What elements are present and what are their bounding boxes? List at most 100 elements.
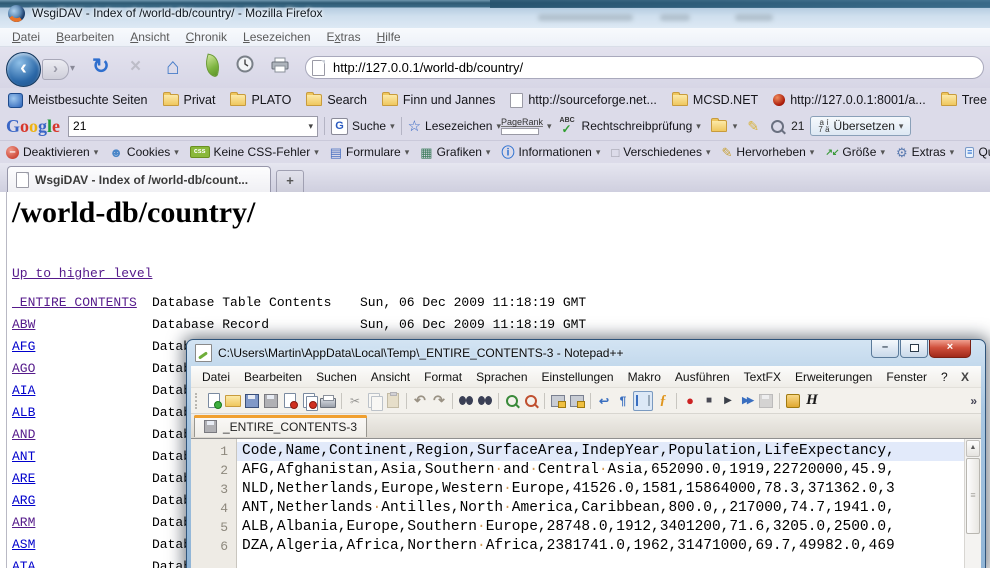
menu-item[interactable]: Hilfe — [369, 29, 409, 45]
scrollbar-up-button[interactable]: ▲ — [966, 440, 980, 457]
notepad-menu-item[interactable]: Format — [417, 370, 469, 384]
directory-entry-link[interactable]: ALB — [12, 402, 35, 424]
google-search-input[interactable] — [69, 118, 308, 134]
url-input[interactable] — [331, 59, 977, 76]
google-search-box[interactable]: ▾ — [68, 116, 318, 137]
undo-icon[interactable]: ↶ — [411, 392, 429, 410]
menu-item[interactable]: Ansicht — [122, 29, 177, 45]
webdev-menu-button[interactable]: ⓘ Informationen ▾ — [501, 145, 600, 159]
paste-icon[interactable] — [384, 392, 402, 410]
new-file-icon[interactable] — [205, 392, 223, 410]
webdev-menu-button[interactable]: ⚙ Extras ▾ — [896, 145, 954, 159]
cut-icon[interactable]: ✂ — [346, 392, 364, 410]
notepad-menu-item[interactable]: Fenster — [879, 370, 934, 384]
webdev-menu-button[interactable]: ≡ Quelltext ▾ — [965, 145, 990, 159]
webdev-menu-button[interactable]: ▦ Grafiken ▾ — [420, 145, 490, 159]
directory-entry-link[interactable]: AND — [12, 424, 35, 446]
forward-dropdown-icon[interactable]: ▾ — [70, 63, 75, 74]
zoom-magnifier-icon[interactable] — [771, 120, 784, 133]
highlighter-icon[interactable]: ✎ — [747, 118, 759, 135]
editor-scrollbar[interactable]: ▲ ≡ — [964, 439, 981, 568]
up-to-higher-level-link[interactable]: Up to higher level — [12, 266, 152, 281]
sync-vertical-icon[interactable] — [549, 392, 567, 410]
close-document-x[interactable]: X — [961, 370, 977, 384]
lesezeichen-button[interactable]: ☆ Lesezeichen ▾ — [408, 117, 501, 135]
notepad-menu-item[interactable]: Ausführen — [668, 370, 737, 384]
save-icon[interactable] — [243, 392, 261, 410]
menu-item[interactable]: Datei — [4, 29, 48, 45]
reload-button[interactable]: ↻ — [92, 54, 110, 79]
close-file-icon[interactable] — [281, 392, 299, 410]
tab-wsgidav[interactable]: WsgiDAV - Index of /world-db/count... — [7, 166, 271, 192]
zoom-in-icon[interactable] — [503, 392, 521, 410]
print-button[interactable] — [270, 57, 290, 76]
stop-macro-icon[interactable]: ■ — [700, 392, 718, 410]
bookmark-item[interactable]: Search — [306, 93, 367, 107]
search-dropdown-icon[interactable]: ▾ — [309, 121, 314, 132]
home-button[interactable]: ⌂ — [166, 53, 180, 80]
bookmark-item[interactable]: PLATO — [230, 93, 291, 107]
notepad-menu-item[interactable]: ? — [934, 370, 955, 384]
notepad-document-tab[interactable]: _ENTIRE_CONTENTS-3 — [194, 415, 367, 437]
bookmark-item[interactable]: http://127.0.0.1:8001/a... — [773, 93, 926, 107]
notepad-menu-item[interactable]: Makro — [621, 370, 668, 384]
directory-entry-link[interactable]: ARG — [12, 490, 35, 512]
restore-button[interactable] — [900, 340, 928, 358]
notepad-editor[interactable]: 123456 Code,Name,Continent,Region,Surfac… — [191, 438, 981, 568]
bookmark-item[interactable]: MCSD.NET — [672, 93, 758, 107]
show-all-characters-icon[interactable]: ¶ — [614, 392, 632, 410]
webdev-menu-button[interactable]: css Keine CSS-Fehler ▾ — [190, 145, 319, 159]
save-all-icon[interactable] — [262, 392, 280, 410]
indent-guide-icon[interactable] — [633, 391, 653, 411]
directory-entry-link[interactable]: ARE — [12, 468, 35, 490]
translate-button[interactable]: a í 7 ä Übersetzen ▾ — [810, 116, 911, 136]
directory-entry-link[interactable]: AFG — [12, 336, 35, 358]
minimize-button[interactable]: – — [871, 340, 899, 358]
webdev-menu-button[interactable]: – Deaktivieren ▾ — [6, 145, 98, 159]
html-preview-icon[interactable]: H — [803, 392, 821, 410]
copy-icon[interactable] — [365, 392, 383, 410]
directory-entry-link[interactable]: ASM — [12, 534, 35, 556]
bookmark-item[interactable]: Privat — [163, 93, 216, 107]
url-bar[interactable] — [305, 56, 984, 79]
autofill-folder-icon[interactable] — [711, 120, 727, 132]
notepad-menu-item[interactable]: Datei — [195, 370, 237, 384]
zoom-out-icon[interactable] — [522, 392, 540, 410]
directory-entry-link[interactable]: ANT — [12, 446, 35, 468]
clock-icon[interactable] — [236, 55, 254, 76]
menu-item[interactable]: Chronik — [178, 29, 235, 45]
close-all-files-icon[interactable] — [300, 392, 318, 410]
run-macro-multiple-icon[interactable]: ▶▶ — [738, 392, 756, 410]
spellcheck-button[interactable]: ABC✓ Rechtschreibprüfung ▾ — [560, 118, 701, 134]
webdev-menu-button[interactable]: ☻ Cookies ▾ — [109, 145, 179, 159]
play-macro-icon[interactable]: ▶ — [719, 392, 737, 410]
editor-text-area[interactable]: Code,Name,Continent,Region,SurfaceArea,I… — [237, 439, 964, 568]
menu-item[interactable]: Extras — [319, 29, 369, 45]
sync-horizontal-icon[interactable] — [568, 392, 586, 410]
redo-icon[interactable]: ↷ — [430, 392, 448, 410]
bookmark-item[interactable]: Meistbesuchte Seiten — [8, 93, 148, 108]
plugins-icon[interactable] — [784, 392, 802, 410]
webdev-menu-button[interactable]: ↗↙ Größe ▾ — [825, 145, 885, 159]
stop-button[interactable]: × — [130, 56, 141, 78]
notepad-menu-item[interactable]: Sprachen — [469, 370, 534, 384]
scrollbar-thumb[interactable]: ≡ — [966, 458, 980, 534]
notepad-menu-item[interactable]: Bearbeiten — [237, 370, 309, 384]
bookmark-item[interactable]: Tree Samples — [941, 93, 990, 107]
webdev-menu-button[interactable]: ✎ Hervorheben ▾ — [722, 145, 815, 159]
bookmark-item[interactable]: http://sourceforge.net... — [510, 93, 657, 108]
notepad-menu-item[interactable]: Erweiterungen — [788, 370, 879, 384]
notepad-menu-item[interactable]: Einstellungen — [535, 370, 621, 384]
webdev-menu-button[interactable]: □ Verschiedenes ▾ — [611, 145, 710, 159]
notepad-titlebar[interactable]: C:\Users\Martin\AppData\Local\Temp\_ENTI… — [187, 340, 985, 366]
notepad-menu-item[interactable]: Ansicht — [364, 370, 417, 384]
replace-icon[interactable] — [476, 392, 494, 410]
notepad-menu-item[interactable]: TextFX — [737, 370, 788, 384]
menu-item[interactable]: Bearbeiten — [48, 29, 122, 45]
menu-item[interactable]: Lesezeichen — [235, 29, 318, 45]
open-file-icon[interactable] — [224, 392, 242, 410]
close-button[interactable]: × — [929, 340, 971, 358]
directory-entry-link[interactable]: ABW — [12, 314, 35, 336]
directory-entry-link[interactable]: AIA — [12, 380, 35, 402]
directory-entry-link[interactable]: ATA — [12, 556, 35, 568]
